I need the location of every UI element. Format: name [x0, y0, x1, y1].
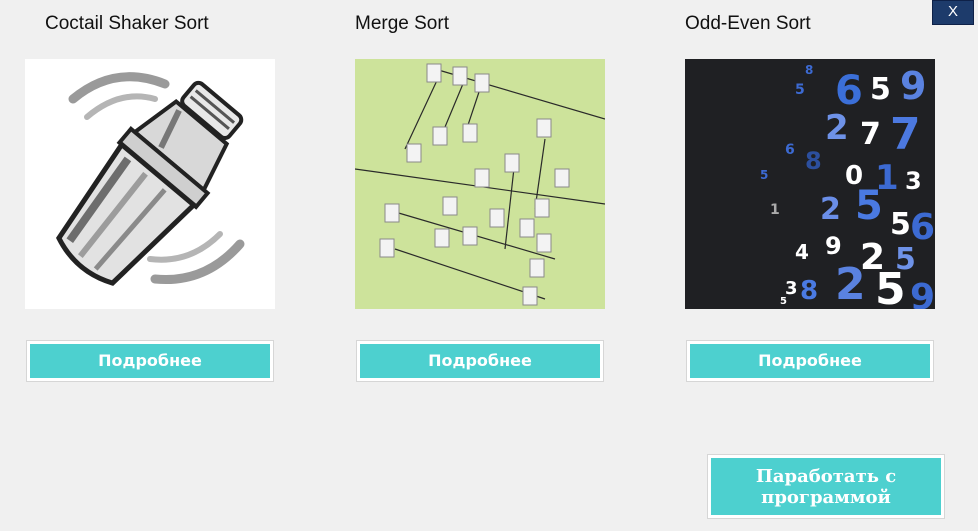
svg-text:3: 3 — [905, 167, 922, 195]
svg-text:5: 5 — [780, 296, 787, 307]
svg-text:9: 9 — [910, 277, 935, 309]
card-title-merge-sort: Merge Sort — [355, 13, 449, 34]
svg-text:2: 2 — [825, 108, 849, 148]
work-with-program-button[interactable]: Паработать с программой — [708, 455, 944, 518]
svg-text:7: 7 — [890, 109, 921, 160]
cocktail-shaker-image — [25, 59, 275, 309]
digital-numbers-icon: 6 5 9 2 7 7 8 0 1 3 2 5 5 6 9 2 5 2 5 9 … — [685, 59, 935, 309]
svg-text:2: 2 — [835, 259, 866, 309]
svg-text:9: 9 — [825, 232, 842, 260]
svg-text:8: 8 — [800, 276, 818, 306]
svg-text:5: 5 — [855, 183, 883, 229]
svg-text:5: 5 — [760, 168, 768, 182]
svg-text:5: 5 — [875, 264, 906, 309]
card-title-cocktail-shaker: Coctail Shaker Sort — [45, 13, 209, 34]
work-with-program-label: Паработать с программой — [755, 465, 897, 508]
card-title-odd-even-sort: Odd-Even Sort — [685, 13, 811, 34]
close-button[interactable]: X — [932, 0, 974, 25]
svg-text:9: 9 — [900, 64, 926, 108]
cube-network-icon — [355, 59, 605, 309]
odd-even-sort-image: 6 5 9 2 7 7 8 0 1 3 2 5 5 6 9 2 5 2 5 9 … — [685, 59, 935, 309]
svg-text:5: 5 — [870, 72, 891, 107]
svg-text:7: 7 — [860, 117, 881, 152]
svg-text:5: 5 — [890, 207, 911, 242]
cocktail-shaker-icon — [56, 72, 245, 286]
more-button-merge-sort[interactable]: Подробнее — [357, 341, 603, 381]
svg-text:4: 4 — [795, 240, 809, 264]
more-button-cocktail-shaker[interactable]: Подробнее — [27, 341, 273, 381]
merge-sort-image — [355, 59, 605, 309]
svg-text:8: 8 — [805, 147, 822, 175]
more-button-odd-even-sort[interactable]: Подробнее — [687, 341, 933, 381]
svg-text:5: 5 — [795, 82, 805, 98]
svg-text:1: 1 — [770, 202, 780, 218]
svg-text:6: 6 — [785, 142, 795, 158]
svg-text:2: 2 — [820, 192, 841, 227]
svg-text:8: 8 — [805, 63, 813, 77]
